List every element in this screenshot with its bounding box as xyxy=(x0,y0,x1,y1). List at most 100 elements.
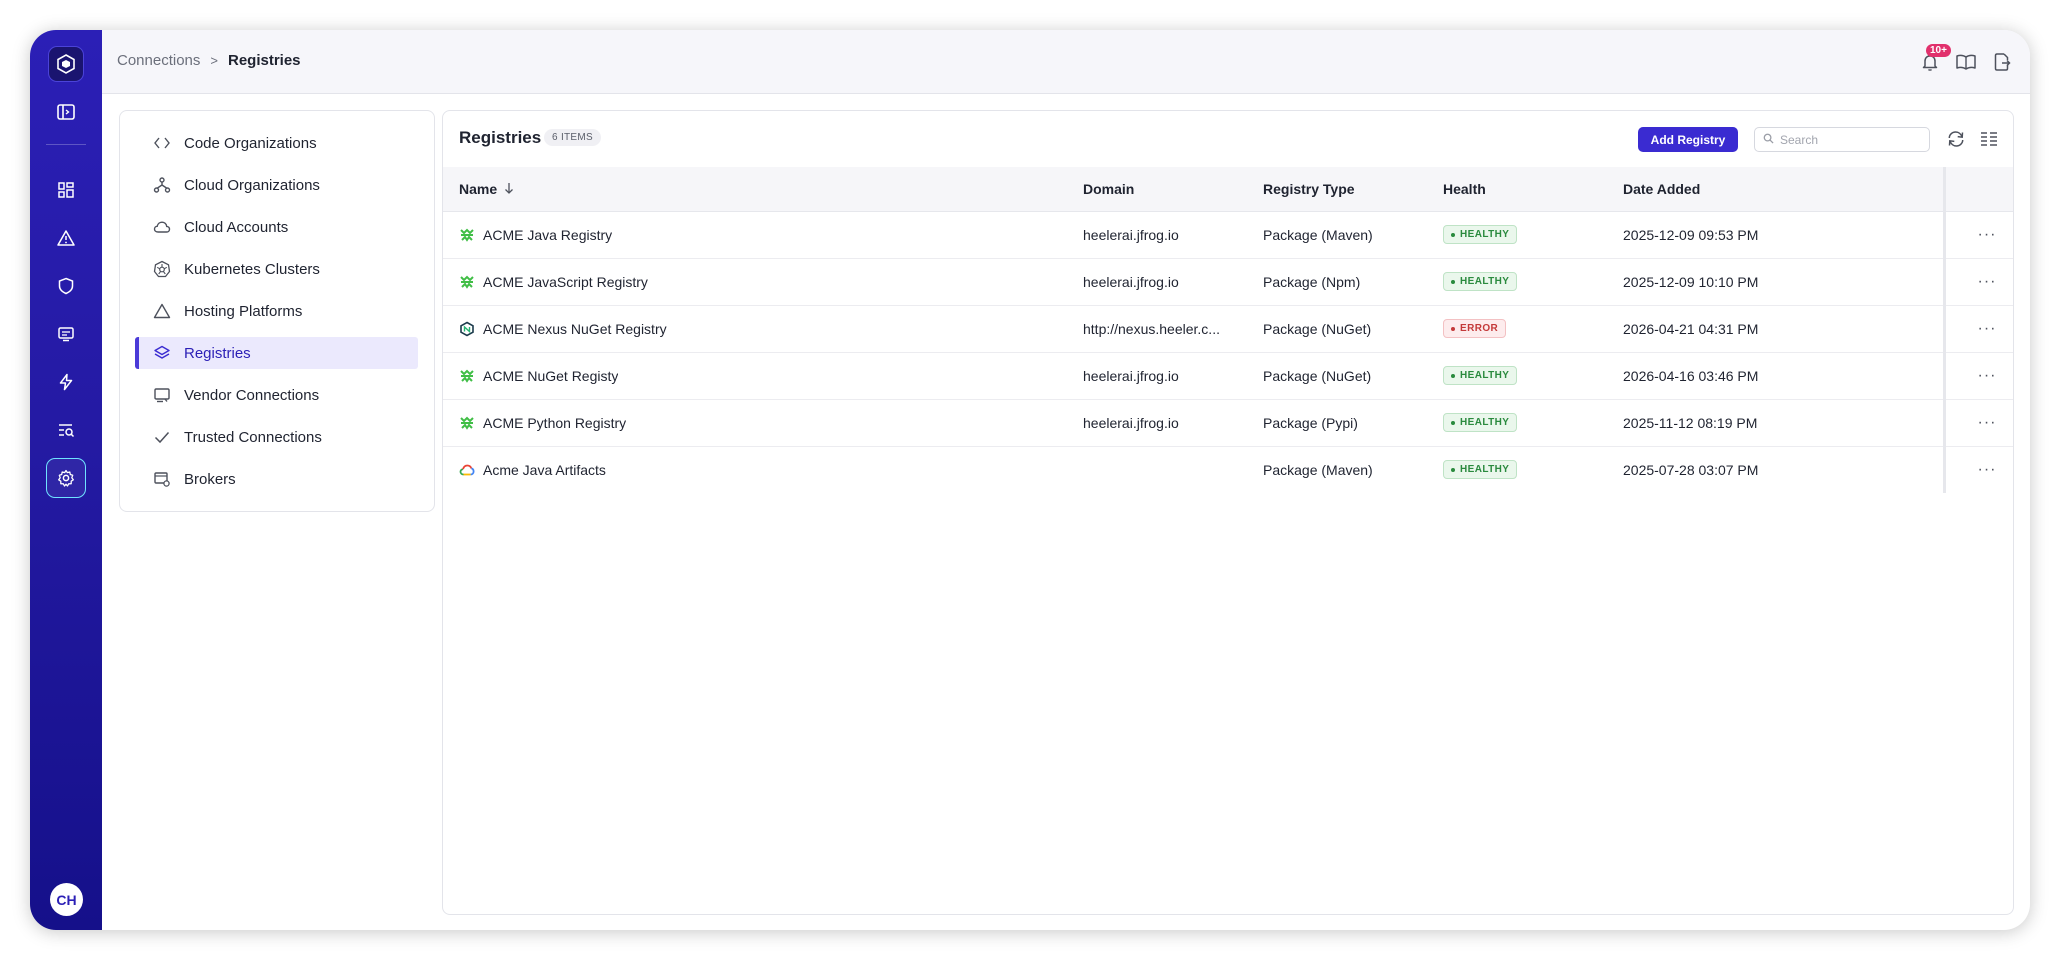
subnav-item-cloud-accounts[interactable]: Cloud Accounts xyxy=(135,211,418,243)
registry-name[interactable]: ACME Python Registry xyxy=(483,415,626,431)
subnav-item-cloud-organizations[interactable]: Cloud Organizations xyxy=(135,169,418,201)
jfrog-icon xyxy=(459,227,475,243)
check-icon xyxy=(152,427,172,447)
reports-icon[interactable] xyxy=(46,314,86,354)
breadcrumb-connections[interactable]: Connections xyxy=(117,52,200,69)
subnav-item-vendor-connections[interactable]: Vendor Connections xyxy=(135,379,418,411)
left-rail: CH xyxy=(30,30,102,930)
registry-name[interactable]: ACME JavaScript Registry xyxy=(483,274,648,290)
more-options-icon[interactable]: ··· xyxy=(1973,412,2001,434)
more-options-icon[interactable]: ··· xyxy=(1973,459,2001,481)
date-added: 2025-07-28 03:07 PM xyxy=(1623,462,1759,478)
subnav-item-label: Brokers xyxy=(184,470,236,488)
sort-arrow-down-icon[interactable] xyxy=(504,181,514,197)
add-registry-button[interactable]: Add Registry xyxy=(1638,127,1738,152)
export-document-icon[interactable] xyxy=(1990,50,2014,74)
table-row[interactable]: ACME JavaScript Registry heelerai.jfrog.… xyxy=(443,259,2013,306)
registry-domain: http://nexus.heeler.c... xyxy=(1083,321,1220,337)
broker-icon xyxy=(152,469,172,489)
table-row[interactable]: ACME NuGet Registy heelerai.jfrog.io Pac… xyxy=(443,353,2013,400)
search-box[interactable] xyxy=(1754,127,1930,152)
columns-icon[interactable] xyxy=(1978,128,2000,150)
subnav-item-label: Cloud Accounts xyxy=(184,218,289,236)
monitor-icon xyxy=(152,385,172,405)
registry-type: Package (NuGet) xyxy=(1263,321,1372,337)
search-input[interactable] xyxy=(1780,132,1920,147)
column-header-name[interactable]: Name xyxy=(459,181,514,197)
code-icon xyxy=(152,133,172,153)
registry-name-cell: ACME Nexus NuGet Registry xyxy=(459,321,667,337)
dashboard-icon[interactable] xyxy=(46,170,86,210)
registry-type: Package (Maven) xyxy=(1263,227,1373,243)
registry-name-cell: ACME NuGet Registy xyxy=(459,368,618,384)
more-options-icon[interactable]: ··· xyxy=(1973,224,2001,246)
lightning-icon[interactable] xyxy=(46,362,86,402)
subnav-item-label: Trusted Connections xyxy=(184,428,322,446)
refresh-icon[interactable] xyxy=(1945,128,1967,150)
top-actions: 10+ xyxy=(1918,44,2014,74)
date-added: 2026-04-16 03:46 PM xyxy=(1623,368,1759,384)
subnav-item-hosting-platforms[interactable]: Hosting Platforms xyxy=(135,295,418,327)
more-options-icon[interactable]: ··· xyxy=(1973,271,2001,293)
registry-domain: heelerai.jfrog.io xyxy=(1083,415,1179,431)
subnav-item-label: Vendor Connections xyxy=(184,386,320,404)
table-row[interactable]: Acme Java Artifacts Package (Maven) HEAL… xyxy=(443,447,2013,494)
registry-name[interactable]: ACME NuGet Registy xyxy=(483,368,618,384)
top-bar: Connections > Registries 10+ xyxy=(102,30,2030,94)
registry-domain: heelerai.jfrog.io xyxy=(1083,368,1179,384)
search-icon xyxy=(1763,131,1774,149)
app-window: CH Connections > Registries 10+ Code Org… xyxy=(30,30,2030,930)
registry-type: Package (NuGet) xyxy=(1263,368,1372,384)
subnav-item-registries[interactable]: Registries xyxy=(135,337,418,369)
subnav-item-kubernetes-clusters[interactable]: Kubernetes Clusters xyxy=(135,253,418,285)
subnav-item-label: Cloud Organizations xyxy=(184,176,320,194)
registry-name[interactable]: ACME Java Registry xyxy=(483,227,612,243)
sidebar-toggle-icon[interactable] xyxy=(46,92,86,132)
layers-icon xyxy=(152,343,172,363)
table-header: Name Domain Registry Type Health Date Ad… xyxy=(443,167,2013,212)
alert-icon[interactable] xyxy=(46,218,86,258)
column-header-domain[interactable]: Domain xyxy=(1083,181,1134,197)
date-added: 2026-04-21 04:31 PM xyxy=(1623,321,1759,337)
registry-domain: heelerai.jfrog.io xyxy=(1083,274,1179,290)
nexus-icon xyxy=(459,321,475,337)
jfrog-icon xyxy=(459,274,475,290)
status-badge: HEALTHY xyxy=(1443,460,1518,479)
registry-name-cell: ACME JavaScript Registry xyxy=(459,274,648,290)
column-header-registry-type[interactable]: Registry Type xyxy=(1263,181,1355,197)
status-badge: HEALTHY xyxy=(1443,413,1518,432)
notifications-icon[interactable]: 10+ xyxy=(1918,44,1951,74)
table-row[interactable]: ACME Python Registry heelerai.jfrog.io P… xyxy=(443,400,2013,447)
registry-name[interactable]: ACME Nexus NuGet Registry xyxy=(483,321,667,337)
table-row[interactable]: ACME Java Registry heelerai.jfrog.io Pac… xyxy=(443,212,2013,259)
connections-subnav: Code Organizations Cloud Organizations C… xyxy=(119,110,435,512)
app-logo-icon[interactable] xyxy=(48,46,84,82)
date-added: 2025-11-12 08:19 PM xyxy=(1623,415,1758,431)
column-label: Name xyxy=(459,181,498,197)
docs-book-icon[interactable] xyxy=(1954,50,1978,74)
subnav-item-brokers[interactable]: Brokers xyxy=(135,463,418,495)
subnav-item-trusted-connections[interactable]: Trusted Connections xyxy=(135,421,418,453)
column-header-date-added[interactable]: Date Added xyxy=(1623,181,1700,197)
shield-icon[interactable] xyxy=(46,266,86,306)
more-options-icon[interactable]: ··· xyxy=(1973,365,2001,387)
registry-name[interactable]: Acme Java Artifacts xyxy=(483,462,606,478)
registry-type: Package (Npm) xyxy=(1263,274,1361,290)
status-badge: HEALTHY xyxy=(1443,272,1518,291)
subnav-item-label: Hosting Platforms xyxy=(184,302,303,320)
subnav-item-label: Registries xyxy=(184,344,251,362)
subnav-item-code-organizations[interactable]: Code Organizations xyxy=(135,127,418,159)
item-count-badge: 6 ITEMS xyxy=(544,129,601,146)
registry-name-cell: ACME Java Registry xyxy=(459,227,612,243)
column-header-health[interactable]: Health xyxy=(1443,181,1486,197)
search-list-icon[interactable] xyxy=(46,410,86,450)
subnav-item-label: Code Organizations xyxy=(184,134,317,152)
table-row[interactable]: ACME Nexus NuGet Registry http://nexus.h… xyxy=(443,306,2013,353)
triangle-icon xyxy=(152,301,172,321)
date-added: 2025-12-09 10:10 PM xyxy=(1623,274,1759,290)
user-avatar[interactable]: CH xyxy=(50,883,83,916)
settings-icon[interactable] xyxy=(46,458,86,498)
registry-name-cell: Acme Java Artifacts xyxy=(459,462,606,478)
google-cloud-icon xyxy=(459,462,475,478)
more-options-icon[interactable]: ··· xyxy=(1973,318,2001,340)
